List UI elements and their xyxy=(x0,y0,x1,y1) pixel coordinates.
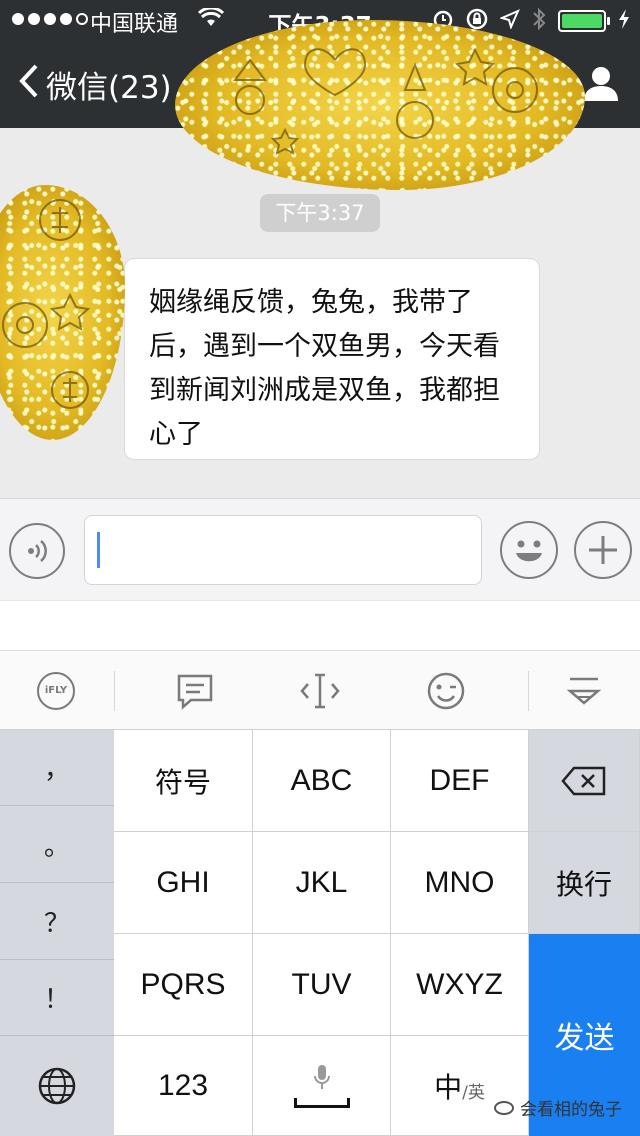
cursor-icon xyxy=(300,673,340,709)
key-pqrs[interactable]: PQRS xyxy=(114,934,253,1036)
key-symbols[interactable]: 符号 xyxy=(114,730,253,832)
watermark-text: 会看相的兔子 xyxy=(520,1100,622,1120)
message-timestamp: 下午3:37 xyxy=(260,194,380,232)
message-icon xyxy=(177,674,213,710)
charging-icon xyxy=(618,9,630,33)
wechat-logo-icon xyxy=(494,1100,514,1115)
hide-keyboard-button[interactable] xyxy=(562,669,606,713)
language-switch-key[interactable]: 中/英 xyxy=(391,1036,529,1136)
space-bar-icon xyxy=(293,1097,350,1108)
glitter-doodle-decoration xyxy=(175,20,585,190)
backspace-key[interactable] xyxy=(529,730,640,832)
phrase-button[interactable] xyxy=(173,669,217,713)
ifly-icon: iFLY xyxy=(37,672,75,710)
key-exclamation[interactable]: ！ xyxy=(0,960,114,1036)
key-question[interactable]: ？ xyxy=(0,883,114,960)
smiley-icon xyxy=(516,540,542,562)
contact-profile-button[interactable] xyxy=(582,64,620,106)
message-bubble[interactable]: 姻缘绳反馈，兔兔，我带了后，遇到一个双鱼男，今天看到新闻刘洲成是双鱼，我都担心了 xyxy=(124,258,540,460)
lang-sub-label: /英 xyxy=(462,1083,485,1103)
globe-key[interactable] xyxy=(0,1036,114,1136)
key-mno[interactable]: MNO xyxy=(391,832,529,934)
key-period[interactable]: 。 xyxy=(0,806,114,883)
more-actions-button[interactable] xyxy=(574,521,632,579)
voice-input-button[interactable] xyxy=(9,523,65,579)
back-button[interactable]: 微信(23) xyxy=(18,62,172,107)
punctuation-column: ， 。 ？ ！ xyxy=(0,730,114,1136)
voice-icon xyxy=(28,540,47,562)
emoji-button[interactable] xyxy=(500,521,558,579)
toolbar-divider xyxy=(114,671,115,711)
keyboard-toolbar: iFLY xyxy=(0,650,640,730)
text-caret xyxy=(97,532,100,568)
chevron-left-icon xyxy=(18,63,40,107)
glitter-doodle-decoration xyxy=(0,185,125,440)
keyboard-emoji-button[interactable] xyxy=(424,669,468,713)
key-comma[interactable]: ， xyxy=(0,730,114,806)
backspace-icon xyxy=(561,766,606,795)
key-ghi[interactable]: GHI xyxy=(114,832,253,934)
key-def[interactable]: DEF xyxy=(391,730,529,832)
key-tuv[interactable]: TUV xyxy=(253,934,391,1036)
watermark: 会看相的兔子 xyxy=(494,1095,622,1120)
screen: 中国联通 下午3:37 xyxy=(0,0,640,1136)
newline-key[interactable]: 换行 xyxy=(529,832,640,934)
microphone-icon xyxy=(313,1064,330,1089)
message-input-bar xyxy=(0,498,640,600)
lang-main-label: 中 xyxy=(434,1070,463,1104)
t9-keyboard: ， 。 ？ ！ 符号 ABC DEF GHI JKL MNO 换行 PQRS T… xyxy=(0,730,640,1136)
key-wxyz[interactable]: WXYZ xyxy=(391,934,529,1036)
globe-icon xyxy=(38,1067,76,1105)
plus-icon xyxy=(589,536,617,564)
keyboard-candidate-area xyxy=(0,600,640,650)
key-numbers[interactable]: 123 xyxy=(114,1036,253,1136)
back-label: 微信(23) xyxy=(46,70,172,106)
wink-icon xyxy=(427,672,465,710)
collapse-icon xyxy=(566,677,602,705)
person-icon xyxy=(584,67,618,101)
message-text-input[interactable] xyxy=(84,515,482,585)
space-key[interactable] xyxy=(253,1036,391,1136)
cursor-move-button[interactable] xyxy=(298,669,342,713)
ifly-logo-button[interactable]: iFLY xyxy=(34,669,78,713)
key-jkl[interactable]: JKL xyxy=(253,832,391,934)
key-abc[interactable]: ABC xyxy=(253,730,391,832)
toolbar-divider xyxy=(528,671,529,711)
